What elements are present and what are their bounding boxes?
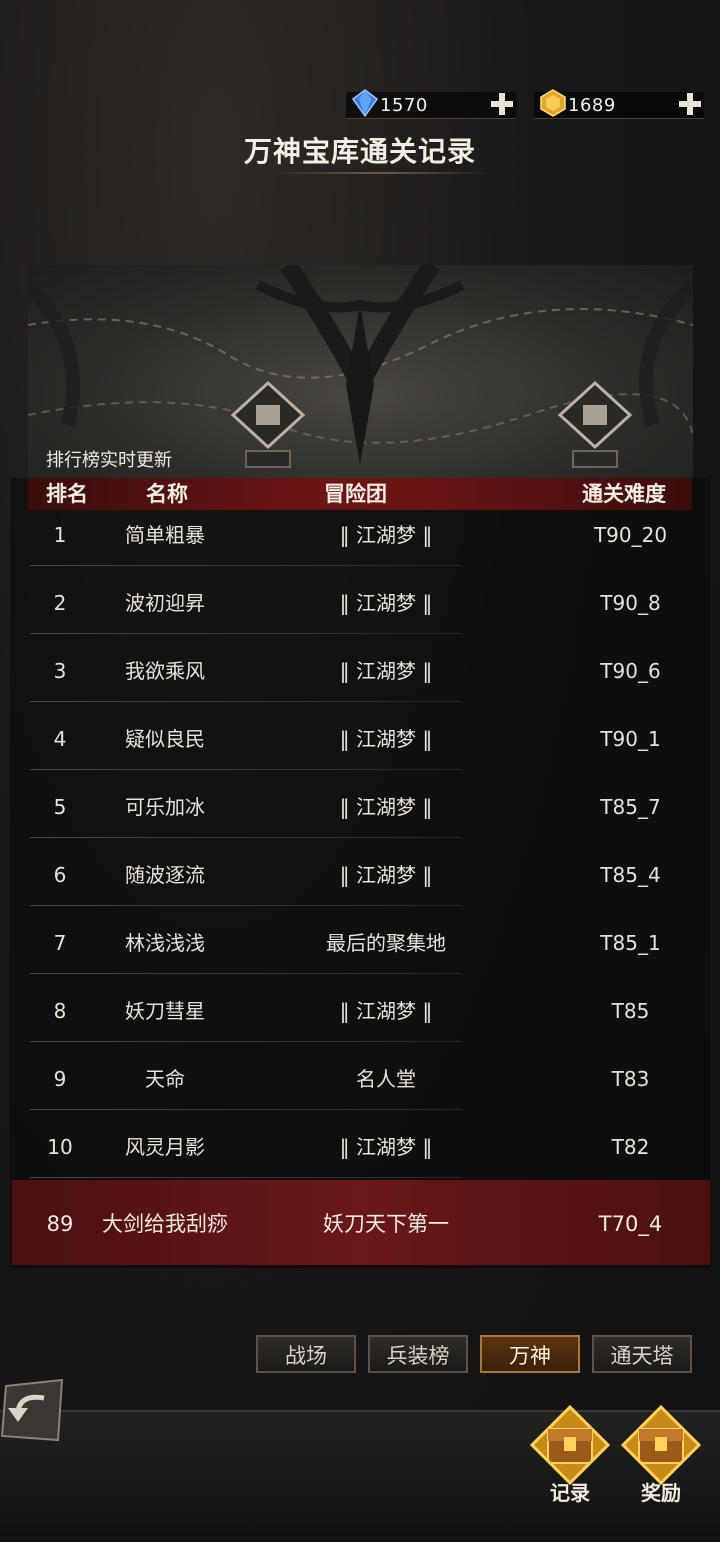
level-cell: T85_7	[600, 795, 661, 819]
bottom-bar	[0, 1410, 720, 1542]
row-divider	[30, 769, 462, 770]
rank-cell: 10	[47, 1135, 73, 1159]
table-row[interactable]: 4 疑似良民 ‖ 江湖梦 ‖ T90_1	[28, 714, 692, 782]
rank-cell: 6	[53, 863, 67, 887]
level-cell: T90_1	[600, 727, 661, 751]
left-camp-marker	[230, 380, 306, 468]
row-divider	[30, 1109, 462, 1110]
level-cell: T85	[611, 999, 650, 1023]
tab-battlefield[interactable]: 战场	[256, 1335, 356, 1373]
my-level-cell: T70_4	[598, 1212, 663, 1236]
guild-cell: 名人堂	[356, 1067, 416, 1091]
player-name-cell: 疑似良民	[125, 727, 205, 751]
player-name-cell: 可乐加冰	[125, 795, 205, 819]
reward-chest-icon[interactable]	[621, 1405, 701, 1485]
rank-cell: 9	[53, 1067, 67, 1091]
row-divider	[30, 1041, 462, 1042]
rank-cell: 7	[53, 931, 67, 955]
row-divider	[30, 565, 462, 566]
guild-cell: ‖ 江湖梦 ‖	[339, 1135, 433, 1159]
rank-cell: 5	[53, 795, 67, 819]
guild-cell: ‖ 江湖梦 ‖	[339, 999, 433, 1023]
player-name-cell: 我欲乘风	[125, 659, 205, 683]
table-row[interactable]: 6 随波逐流 ‖ 江湖梦 ‖ T85_4	[28, 850, 692, 918]
header-level: 通关难度	[582, 482, 666, 506]
level-cell: T90_6	[600, 659, 661, 683]
my-rank-row[interactable]: 89 大剑给我刮痧 妖刀天下第一 T70_4	[12, 1180, 710, 1265]
add-gold-plus-icon[interactable]	[676, 90, 704, 118]
row-divider	[30, 837, 462, 838]
player-name-cell: 随波逐流	[125, 863, 205, 887]
level-cell: T90_20	[593, 523, 668, 547]
add-diamond-plus-icon[interactable]	[488, 90, 516, 118]
player-name-cell: 林浅浅浅	[125, 931, 205, 955]
level-cell: T82	[611, 1135, 650, 1159]
guild-cell: ‖ 江湖梦 ‖	[339, 659, 433, 683]
back-arrow-icon[interactable]	[0, 1378, 66, 1444]
guild-cell: 最后的聚集地	[326, 931, 446, 955]
gold-crystal-icon	[540, 89, 566, 117]
row-divider	[30, 701, 462, 702]
table-row[interactable]: 9 天命 名人堂 T83	[28, 1054, 692, 1122]
player-name-cell: 风灵月影	[125, 1135, 205, 1159]
tab-wanshen[interactable]: 万神	[480, 1335, 580, 1373]
reward-label[interactable]: 奖励	[621, 1477, 701, 1506]
my-name-cell: 大剑给我刮痧	[102, 1212, 228, 1236]
guild-cell: ‖ 江湖梦 ‖	[339, 523, 433, 547]
tab-tongtian-tower[interactable]: 通天塔	[592, 1335, 692, 1373]
player-name-cell: 波初迎昇	[125, 591, 205, 615]
table-row[interactable]: 1 简单粗暴 ‖ 江湖梦 ‖ T90_20	[28, 510, 692, 578]
level-cell: T90_8	[600, 591, 661, 615]
table-row[interactable]: 7 林浅浅浅 最后的聚集地 T85_1	[28, 918, 692, 986]
row-divider	[30, 1177, 462, 1178]
my-rank-cell: 89	[46, 1212, 74, 1236]
guild-cell: ‖ 江湖梦 ‖	[339, 863, 433, 887]
table-row[interactable]: 2 波初迎昇 ‖ 江湖梦 ‖ T90_8	[28, 578, 692, 646]
diamond-count: 1570	[380, 94, 428, 116]
header-guild: 冒险团	[324, 482, 387, 506]
my-guild-cell: 妖刀天下第一	[323, 1212, 449, 1236]
blue-diamond-icon	[351, 89, 379, 118]
rank-cell: 4	[53, 727, 67, 751]
player-name-cell: 简单粗暴	[125, 523, 205, 547]
table-row[interactable]: 3 我欲乘风 ‖ 江湖梦 ‖ T90_6	[28, 646, 692, 714]
page-title: 万神宝库通关记录	[243, 135, 476, 168]
gold-count: 1689	[568, 94, 616, 116]
record-chest-icon[interactable]	[530, 1405, 610, 1485]
rank-cell: 2	[53, 591, 67, 615]
level-cell: T83	[611, 1067, 650, 1091]
table-row[interactable]: 8 妖刀彗星 ‖ 江湖梦 ‖ T85	[28, 986, 692, 1054]
level-cell: T85_4	[600, 863, 661, 887]
guild-cell: ‖ 江湖梦 ‖	[339, 727, 433, 751]
gold-currency: 1689	[534, 89, 704, 119]
row-divider	[30, 633, 462, 634]
title-divider	[270, 172, 490, 174]
realtime-update-note: 排行榜实时更新	[46, 450, 172, 471]
row-divider	[30, 973, 462, 974]
guild-cell: ‖ 江湖梦 ‖	[339, 795, 433, 819]
row-divider	[30, 905, 462, 906]
level-cell: T85_1	[600, 931, 661, 955]
player-name-cell: 天命	[145, 1067, 185, 1091]
record-label[interactable]: 记录	[530, 1477, 610, 1506]
player-name-cell: 妖刀彗星	[125, 999, 205, 1023]
rank-cell: 3	[53, 659, 67, 683]
header-rank: 排名	[46, 482, 88, 506]
table-row[interactable]: 5 可乐加冰 ‖ 江湖梦 ‖ T85_7	[28, 782, 692, 850]
right-camp-marker	[557, 380, 633, 468]
diamond-currency: 1570	[346, 89, 516, 119]
rank-cell: 8	[53, 999, 67, 1023]
tab-equipment-ranking[interactable]: 兵装榜	[368, 1335, 468, 1373]
rank-cell: 1	[53, 523, 67, 547]
header-name: 名称	[146, 482, 188, 506]
guild-cell: ‖ 江湖梦 ‖	[339, 591, 433, 615]
leaderboard-header: 排名 名称 冒险团 通关难度	[28, 478, 692, 510]
